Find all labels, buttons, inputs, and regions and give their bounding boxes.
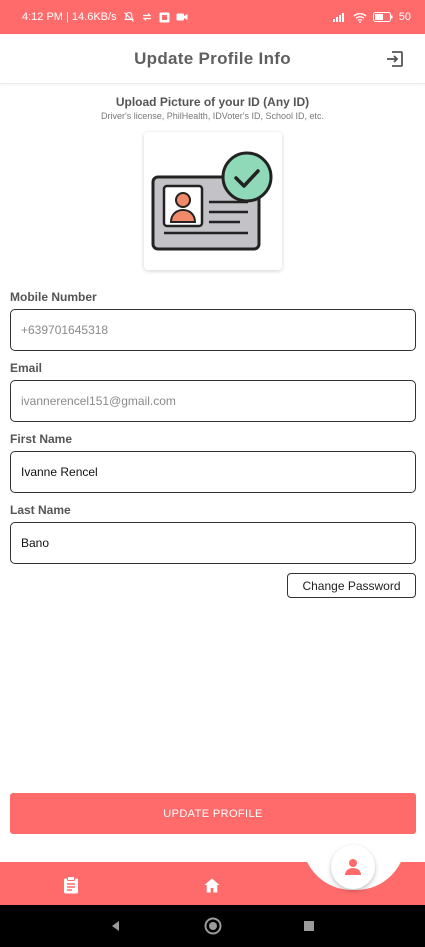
status-time: 4:12 PM | 14.6KB/s <box>22 11 117 23</box>
home-icon <box>204 878 220 892</box>
email-label: Email <box>10 361 43 375</box>
change-password-button[interactable]: Change Password <box>287 573 416 598</box>
battery-level: 50 <box>398 11 411 23</box>
id-card-verified-icon <box>151 151 273 251</box>
mute-icon <box>123 11 135 23</box>
system-back-button[interactable] <box>105 915 127 937</box>
update-profile-button[interactable]: UPDATE PROFILE <box>10 793 416 834</box>
back-triangle-icon <box>112 921 119 931</box>
sync-icon <box>141 11 153 23</box>
id-upload-image[interactable] <box>144 132 282 270</box>
logout-button[interactable] <box>385 49 405 69</box>
status-right: 50 <box>332 11 411 23</box>
app-icon <box>159 12 170 23</box>
nav-home[interactable] <box>199 872 225 898</box>
last-name-field[interactable] <box>10 522 416 564</box>
status-bar: 4:12 PM | 14.6KB/s 50 <box>0 0 425 34</box>
recents-square-icon <box>304 921 314 931</box>
mobile-label: Mobile Number <box>10 290 97 304</box>
page-title: Update Profile Info <box>134 48 291 68</box>
nav-tasks[interactable] <box>58 872 84 898</box>
mobile-field[interactable] <box>10 309 416 351</box>
status-left: 4:12 PM | 14.6KB/s <box>22 11 188 23</box>
system-nav-bar <box>0 905 425 947</box>
first-name-field[interactable] <box>10 451 416 493</box>
battery-icon <box>372 12 393 22</box>
logout-icon <box>387 51 403 67</box>
signal-icon <box>332 12 347 22</box>
clipboard-icon <box>64 876 78 894</box>
video-icon <box>176 12 188 22</box>
person-icon <box>345 859 361 875</box>
nav-profile[interactable] <box>331 845 375 889</box>
email-field[interactable] <box>10 380 416 422</box>
system-home-button[interactable] <box>202 915 224 937</box>
last-name-label: Last Name <box>10 503 71 517</box>
first-name-label: First Name <box>10 432 73 446</box>
upload-subtitle: Driver's license, PhilHealth, IDVoter's … <box>100 111 325 121</box>
app-header: Update Profile Info <box>0 34 425 84</box>
system-recents-button[interactable] <box>298 915 320 937</box>
home-circle-icon <box>204 917 222 935</box>
upload-title: Upload Picture of your ID (Any ID) <box>115 95 310 109</box>
wifi-icon <box>353 12 367 23</box>
